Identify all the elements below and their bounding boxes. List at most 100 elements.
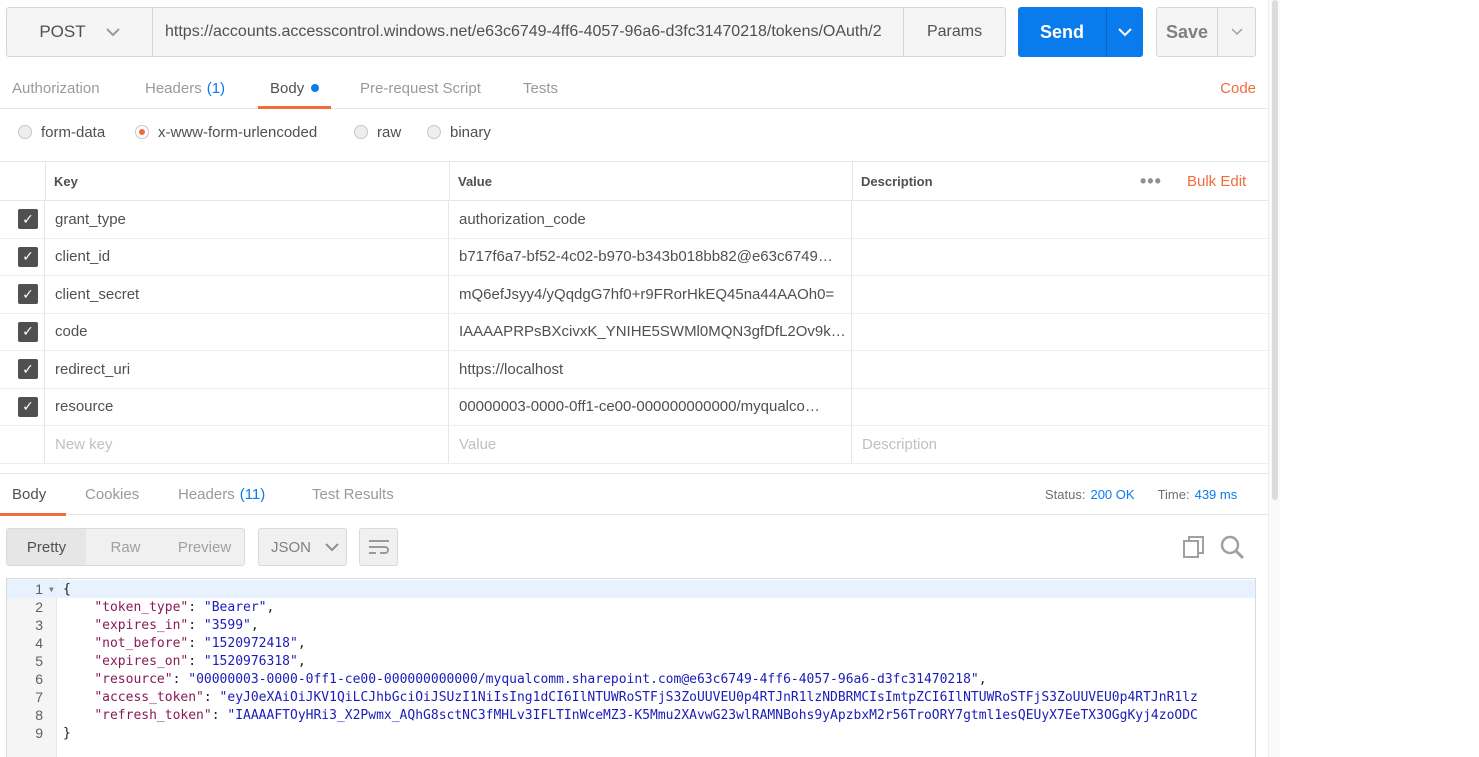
- row-value[interactable]: mQ6efJsyy4/yQqdgG7hf0+r9FRorHkEQ45na44AA…: [449, 276, 852, 313]
- json-punct: [63, 654, 94, 669]
- chevron-down-icon: [1118, 27, 1132, 36]
- radio-label: form-data: [41, 123, 106, 141]
- row-value[interactable]: IAAAAPRPsBXcivxK_YNIHE5SWMl0MQN3gfDfL2Ov…: [449, 313, 852, 350]
- tab-pre-request-script[interactable]: Pre-request Script: [360, 68, 481, 108]
- code-text: {: [57, 582, 71, 597]
- column-description: Description: [852, 162, 1132, 201]
- radio-circle-icon: [18, 125, 32, 139]
- bulk-edit-link[interactable]: Bulk Edit: [1187, 162, 1246, 201]
- row-description[interactable]: [852, 314, 1268, 351]
- row-key[interactable]: redirect_uri: [45, 351, 449, 388]
- row-key[interactable]: grant_type: [45, 201, 449, 238]
- view-mode-selector: Pretty Raw Preview: [6, 528, 245, 566]
- format-select[interactable]: JSON: [258, 528, 347, 566]
- json-punct: [63, 708, 94, 723]
- radio-binary[interactable]: binary: [427, 118, 491, 146]
- row-description[interactable]: [852, 276, 1268, 313]
- new-row-check-cell: [0, 426, 45, 463]
- response-headers-count: (11): [239, 486, 266, 503]
- row-key[interactable]: resource: [45, 388, 449, 425]
- wrap-lines-button[interactable]: [359, 528, 398, 566]
- checkbox-checked-icon[interactable]: ✓: [18, 284, 38, 305]
- row-description[interactable]: [852, 351, 1268, 388]
- json-string: "eyJ0eXAiOiJKV1QiLCJhbGciOiJSUzI1NiIsIng…: [219, 689, 1198, 705]
- checkbox-checked-icon[interactable]: ✓: [18, 209, 38, 230]
- row-value[interactable]: https://localhost: [449, 351, 852, 388]
- new-value-input[interactable]: Value: [449, 426, 852, 463]
- chevron-down-icon: [325, 542, 339, 551]
- line-number: 8: [35, 707, 43, 723]
- status-label: Status:: [1045, 487, 1086, 502]
- table-row: ✓ code IAAAAPRPsBXcivxK_YNIHE5SWMl0MQN3gfD…: [0, 313, 1268, 351]
- tab-body[interactable]: Body: [257, 68, 332, 109]
- new-description-input[interactable]: Description: [852, 426, 1268, 463]
- response-body-editor[interactable]: 1 ▼{2 "token_type": "Bearer", 3 "expires_i…: [6, 578, 1256, 757]
- json-punct: :: [188, 653, 204, 669]
- row-description[interactable]: [852, 389, 1268, 426]
- pretty-button[interactable]: Pretty: [7, 529, 86, 565]
- checkbox-checked-icon[interactable]: ✓: [18, 321, 38, 342]
- save-button[interactable]: Save: [1156, 7, 1218, 57]
- json-punct: :: [188, 635, 204, 651]
- checkbox-checked-icon[interactable]: ✓: [18, 359, 38, 380]
- table-row: ✓ client_id b717f6a7-bf52-4c02-b970-b343b0…: [0, 238, 1268, 276]
- send-button[interactable]: Send: [1018, 7, 1106, 57]
- row-value[interactable]: authorization_code: [449, 201, 852, 238]
- tab-tests[interactable]: Tests: [523, 68, 558, 108]
- row-description[interactable]: [852, 201, 1268, 238]
- tab-headers[interactable]: Headers (1): [145, 68, 225, 108]
- radio-form-data[interactable]: form-data: [18, 118, 105, 146]
- json-punct: :: [188, 599, 204, 615]
- radio-raw[interactable]: raw: [354, 118, 401, 146]
- row-key[interactable]: client_secret: [45, 276, 449, 313]
- send-dropdown-button[interactable]: [1106, 7, 1143, 57]
- row-key[interactable]: client_id: [45, 238, 449, 275]
- response-tab-test-results[interactable]: Test Results: [312, 474, 394, 515]
- preview-button[interactable]: Preview: [165, 529, 244, 565]
- json-key: "expires_on": [94, 653, 189, 669]
- method-select[interactable]: POST: [6, 7, 152, 57]
- row-description[interactable]: [852, 239, 1268, 276]
- response-tabs: Body Cookies Headers (11) Test Results St…: [0, 473, 1268, 516]
- more-options-icon[interactable]: •••: [1140, 162, 1162, 201]
- code-line: 8 "refresh_token": "IAAAAFTOyHRi3_X2Pwmx…: [7, 706, 1255, 724]
- column-key: Key: [45, 162, 449, 201]
- chevron-down-icon: [105, 27, 120, 36]
- scrollbar-thumb[interactable]: [1272, 0, 1278, 500]
- json-string: "00000003-0000-0ff1-ce00-000000000000/my…: [188, 671, 979, 687]
- json-punct: ,: [250, 617, 259, 633]
- checkbox-checked-icon[interactable]: ✓: [18, 396, 38, 417]
- json-punct: :: [188, 617, 204, 633]
- table-body: ✓ grant_type authorization_code ✓ client_id b…: [0, 201, 1268, 426]
- headers-count: (1): [206, 79, 226, 97]
- tab-label: Pre-request Script: [360, 79, 481, 97]
- params-button[interactable]: Params: [903, 7, 1006, 57]
- response-tab-body[interactable]: Body: [0, 474, 67, 516]
- column-value: Value: [449, 162, 852, 201]
- tab-authorization[interactable]: Authorization: [12, 68, 100, 108]
- row-key[interactable]: code: [45, 313, 449, 350]
- raw-button[interactable]: Raw: [86, 529, 165, 565]
- line-number: 5: [35, 653, 43, 669]
- response-tab-cookies[interactable]: Cookies: [85, 474, 139, 515]
- json-key: "not_before": [94, 635, 189, 651]
- radio-circle-icon: [427, 125, 441, 139]
- new-key-input[interactable]: New key: [45, 426, 449, 463]
- json-punct: {: [63, 581, 71, 597]
- line-number: 7: [35, 689, 43, 705]
- line-number: 9: [35, 725, 43, 741]
- status-value: 200 OK: [1090, 487, 1135, 502]
- row-value[interactable]: 00000003-0000-0ff1-ce00-000000000000/myq…: [449, 388, 852, 425]
- search-icon[interactable]: [1219, 534, 1245, 560]
- radio-circle-icon: [354, 125, 368, 139]
- response-tab-headers[interactable]: Headers (11): [178, 474, 265, 515]
- code-link[interactable]: Code: [1220, 80, 1256, 97]
- radio-urlencoded[interactable]: x-www-form-urlencoded: [135, 118, 317, 146]
- method-label: POST: [39, 22, 86, 41]
- checkbox-checked-icon[interactable]: ✓: [18, 246, 38, 267]
- url-input[interactable]: https://accounts.accesscontrol.windows.n…: [152, 7, 904, 57]
- fold-arrow-icon[interactable]: ▼: [49, 585, 57, 594]
- copy-icon[interactable]: [1181, 534, 1207, 560]
- row-value[interactable]: b717f6a7-bf52-4c02-b970-b343b018bb82@e63…: [449, 238, 852, 275]
- save-dropdown-button[interactable]: [1217, 7, 1256, 57]
